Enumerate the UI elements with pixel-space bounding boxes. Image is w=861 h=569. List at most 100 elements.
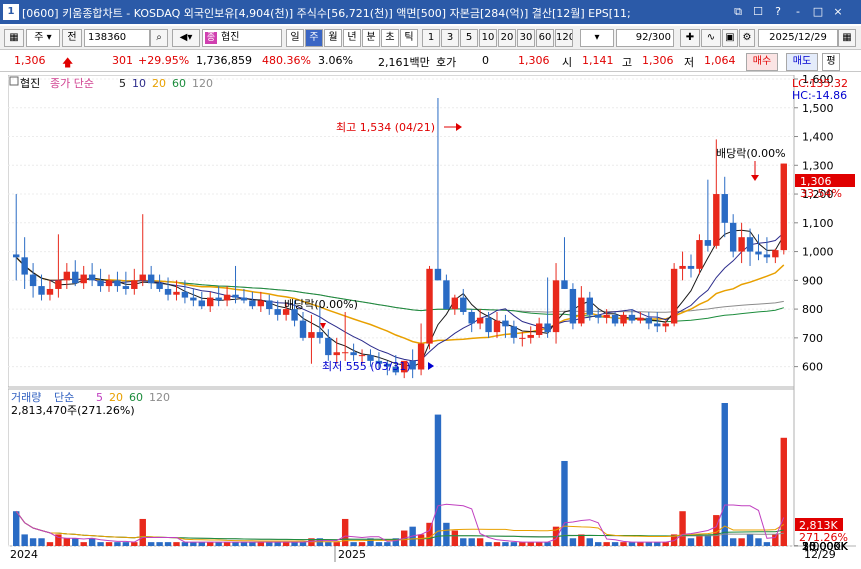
- candle-body-54: [468, 312, 474, 324]
- volume-bar-74: [637, 542, 643, 546]
- vol-legend-ma20: 20: [109, 391, 123, 404]
- stock-type-label: 주: [34, 32, 43, 43]
- candle-body-10: [97, 280, 103, 286]
- volume-bar-73: [629, 542, 635, 546]
- vol-legend-ma60: 60: [129, 391, 143, 404]
- candle-body-51: [443, 280, 449, 309]
- y-tick-label-5: 1,100: [802, 217, 834, 230]
- candle-body-80: [688, 266, 694, 269]
- candle-body-18: [165, 289, 171, 295]
- period-button-1[interactable]: 주: [305, 29, 323, 47]
- stock-code-input[interactable]: 138360: [84, 29, 150, 47]
- interval-button-5[interactable]: 30: [517, 29, 535, 47]
- interval-button-3[interactable]: 10: [479, 29, 497, 47]
- interval-button-6[interactable]: 60: [536, 29, 554, 47]
- candle-body-8: [80, 275, 86, 284]
- interval-button-7[interactable]: 120: [555, 29, 573, 47]
- menu-icon[interactable]: ▦: [4, 29, 24, 47]
- speaker-icon[interactable]: ◀▾: [172, 29, 200, 47]
- candle-body-65: [561, 280, 567, 289]
- period-button-6[interactable]: 틱: [400, 29, 418, 47]
- sell-button[interactable]: 매도: [786, 53, 818, 71]
- settings-icon[interactable]: ⚙: [739, 29, 755, 47]
- volume-bar-22: [199, 542, 205, 546]
- low-price: 1,064: [704, 54, 736, 67]
- volume-legend-label: 거래량: [11, 391, 41, 404]
- close-icon[interactable]: ×: [830, 3, 846, 20]
- candle-body-7: [72, 272, 78, 284]
- buy-button[interactable]: 매수: [746, 53, 778, 71]
- chart-svg[interactable]: 1,6001,5001,4001,3001,2001,1001,00090080…: [8, 75, 856, 566]
- save-icon[interactable]: ▣: [722, 29, 738, 47]
- stock-name-text: 협진: [221, 32, 239, 43]
- interval-button-1[interactable]: 3: [441, 29, 459, 47]
- interval-dropdown[interactable]: ▾: [580, 29, 614, 47]
- period-button-0[interactable]: 일: [286, 29, 304, 47]
- volume-bar-34: [300, 542, 306, 546]
- volume-bar-49: [426, 523, 432, 546]
- volume-bar-13: [123, 542, 129, 546]
- volume-bar-84: [722, 403, 728, 546]
- volume-bar-6: [64, 538, 70, 546]
- period-button-5[interactable]: 초: [381, 29, 399, 47]
- data-count-field[interactable]: 92/300: [616, 29, 674, 47]
- candle-body-50: [435, 269, 441, 281]
- candle-body-56: [485, 318, 491, 332]
- volume-bar-28: [249, 542, 255, 546]
- volume-bar-38: [334, 542, 340, 546]
- volume-bar-31: [274, 542, 280, 546]
- stock-type-select[interactable]: 주 ▾: [26, 29, 60, 47]
- restore-icon[interactable]: ⧉: [730, 3, 746, 20]
- volume-bar-75: [646, 542, 652, 546]
- bid-price: 1,306: [518, 54, 550, 67]
- x-label-last: 12/29: [804, 548, 836, 561]
- current-price: 1,306: [14, 54, 46, 67]
- window-maximize-icon[interactable]: □: [810, 3, 826, 20]
- maximize-icon[interactable]: ☐: [750, 3, 766, 20]
- candle-body-0: [13, 254, 19, 257]
- candle-body-35: [308, 332, 314, 338]
- volume-bar-85: [730, 538, 736, 546]
- y-tick-label-9: 700: [802, 332, 823, 345]
- candle-body-53: [460, 298, 466, 312]
- help-icon[interactable]: ?: [770, 3, 786, 20]
- volume-bar-59: [511, 542, 517, 546]
- volume-bar-2: [30, 538, 36, 546]
- date-field[interactable]: 2025/12/29: [758, 29, 838, 47]
- candle-body-76: [654, 323, 660, 326]
- candle-body-31: [274, 309, 280, 315]
- candle-body-24: [215, 298, 221, 301]
- interval-button-2[interactable]: 5: [460, 29, 478, 47]
- volume-bar-62: [536, 542, 542, 546]
- candle-body-79: [679, 266, 685, 269]
- candle-body-41: [359, 355, 365, 356]
- all-button[interactable]: 전: [62, 29, 82, 47]
- price-change-pct: +29.95%: [138, 54, 189, 67]
- minimize-icon[interactable]: -: [790, 3, 806, 20]
- candle-body-73: [629, 315, 635, 321]
- balance-button[interactable]: 평: [822, 53, 840, 71]
- period-button-4[interactable]: 분: [362, 29, 380, 47]
- volume-bar-91: [781, 438, 787, 546]
- candle-body-40: [350, 352, 356, 355]
- y-tick-label-2: 1,400: [802, 131, 834, 144]
- candle-body-9: [89, 275, 95, 281]
- candle-body-61: [528, 335, 534, 338]
- volume-bar-21: [190, 542, 196, 546]
- indicator-icon[interactable]: ✚: [680, 29, 700, 47]
- period-button-2[interactable]: 월: [324, 29, 342, 47]
- interval-button-4[interactable]: 20: [498, 29, 516, 47]
- chart-area[interactable]: 1,6001,5001,4001,3001,2001,1001,00090080…: [8, 75, 856, 566]
- interval-button-0[interactable]: 1: [422, 29, 440, 47]
- up-arrow-icon: 🡅: [62, 54, 73, 73]
- period-button-3[interactable]: 년: [343, 29, 361, 47]
- volume-ratio: 480.36%: [262, 54, 311, 67]
- volume-bar-60: [519, 542, 525, 546]
- search-icon[interactable]: ⌕: [150, 29, 168, 47]
- candle-body-11: [106, 280, 112, 286]
- volume-bar-7: [72, 538, 78, 546]
- favorite-icon[interactable]: 종: [205, 32, 217, 44]
- calendar-icon[interactable]: ▦: [838, 29, 856, 47]
- tool-icon[interactable]: ∿: [701, 29, 721, 47]
- candle-body-17: [156, 283, 162, 289]
